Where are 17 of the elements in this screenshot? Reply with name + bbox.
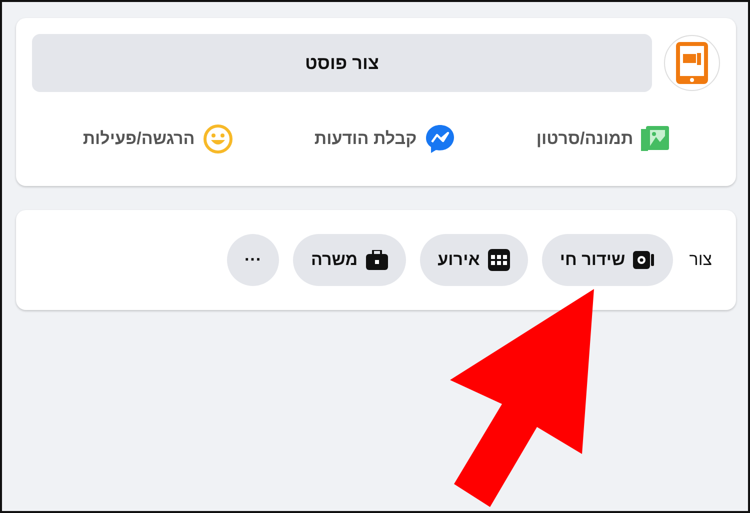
create-label: צור	[689, 249, 712, 272]
calendar-icon	[488, 249, 510, 271]
tablet-icon	[675, 41, 709, 85]
video-camera-icon	[633, 251, 656, 269]
messenger-icon	[424, 124, 455, 154]
smiley-icon	[202, 124, 233, 154]
create-option-button[interactable]: משרה	[293, 234, 406, 286]
create-option-button[interactable]: אירוע	[420, 234, 528, 286]
composer-action[interactable]: תמונה/סרטון	[526, 120, 680, 158]
composer-action[interactable]: הרגשה/פעילות	[72, 120, 243, 158]
briefcase-icon	[366, 250, 388, 270]
photo-icon	[641, 126, 670, 152]
avatar[interactable]	[664, 35, 720, 91]
more-button[interactable]: ···	[227, 234, 279, 286]
create-option-button[interactable]: שידור חי	[542, 234, 674, 286]
create-post-button[interactable]: צור פוסט	[32, 34, 652, 92]
composer-action[interactable]: קבלת הודעות	[304, 120, 465, 158]
